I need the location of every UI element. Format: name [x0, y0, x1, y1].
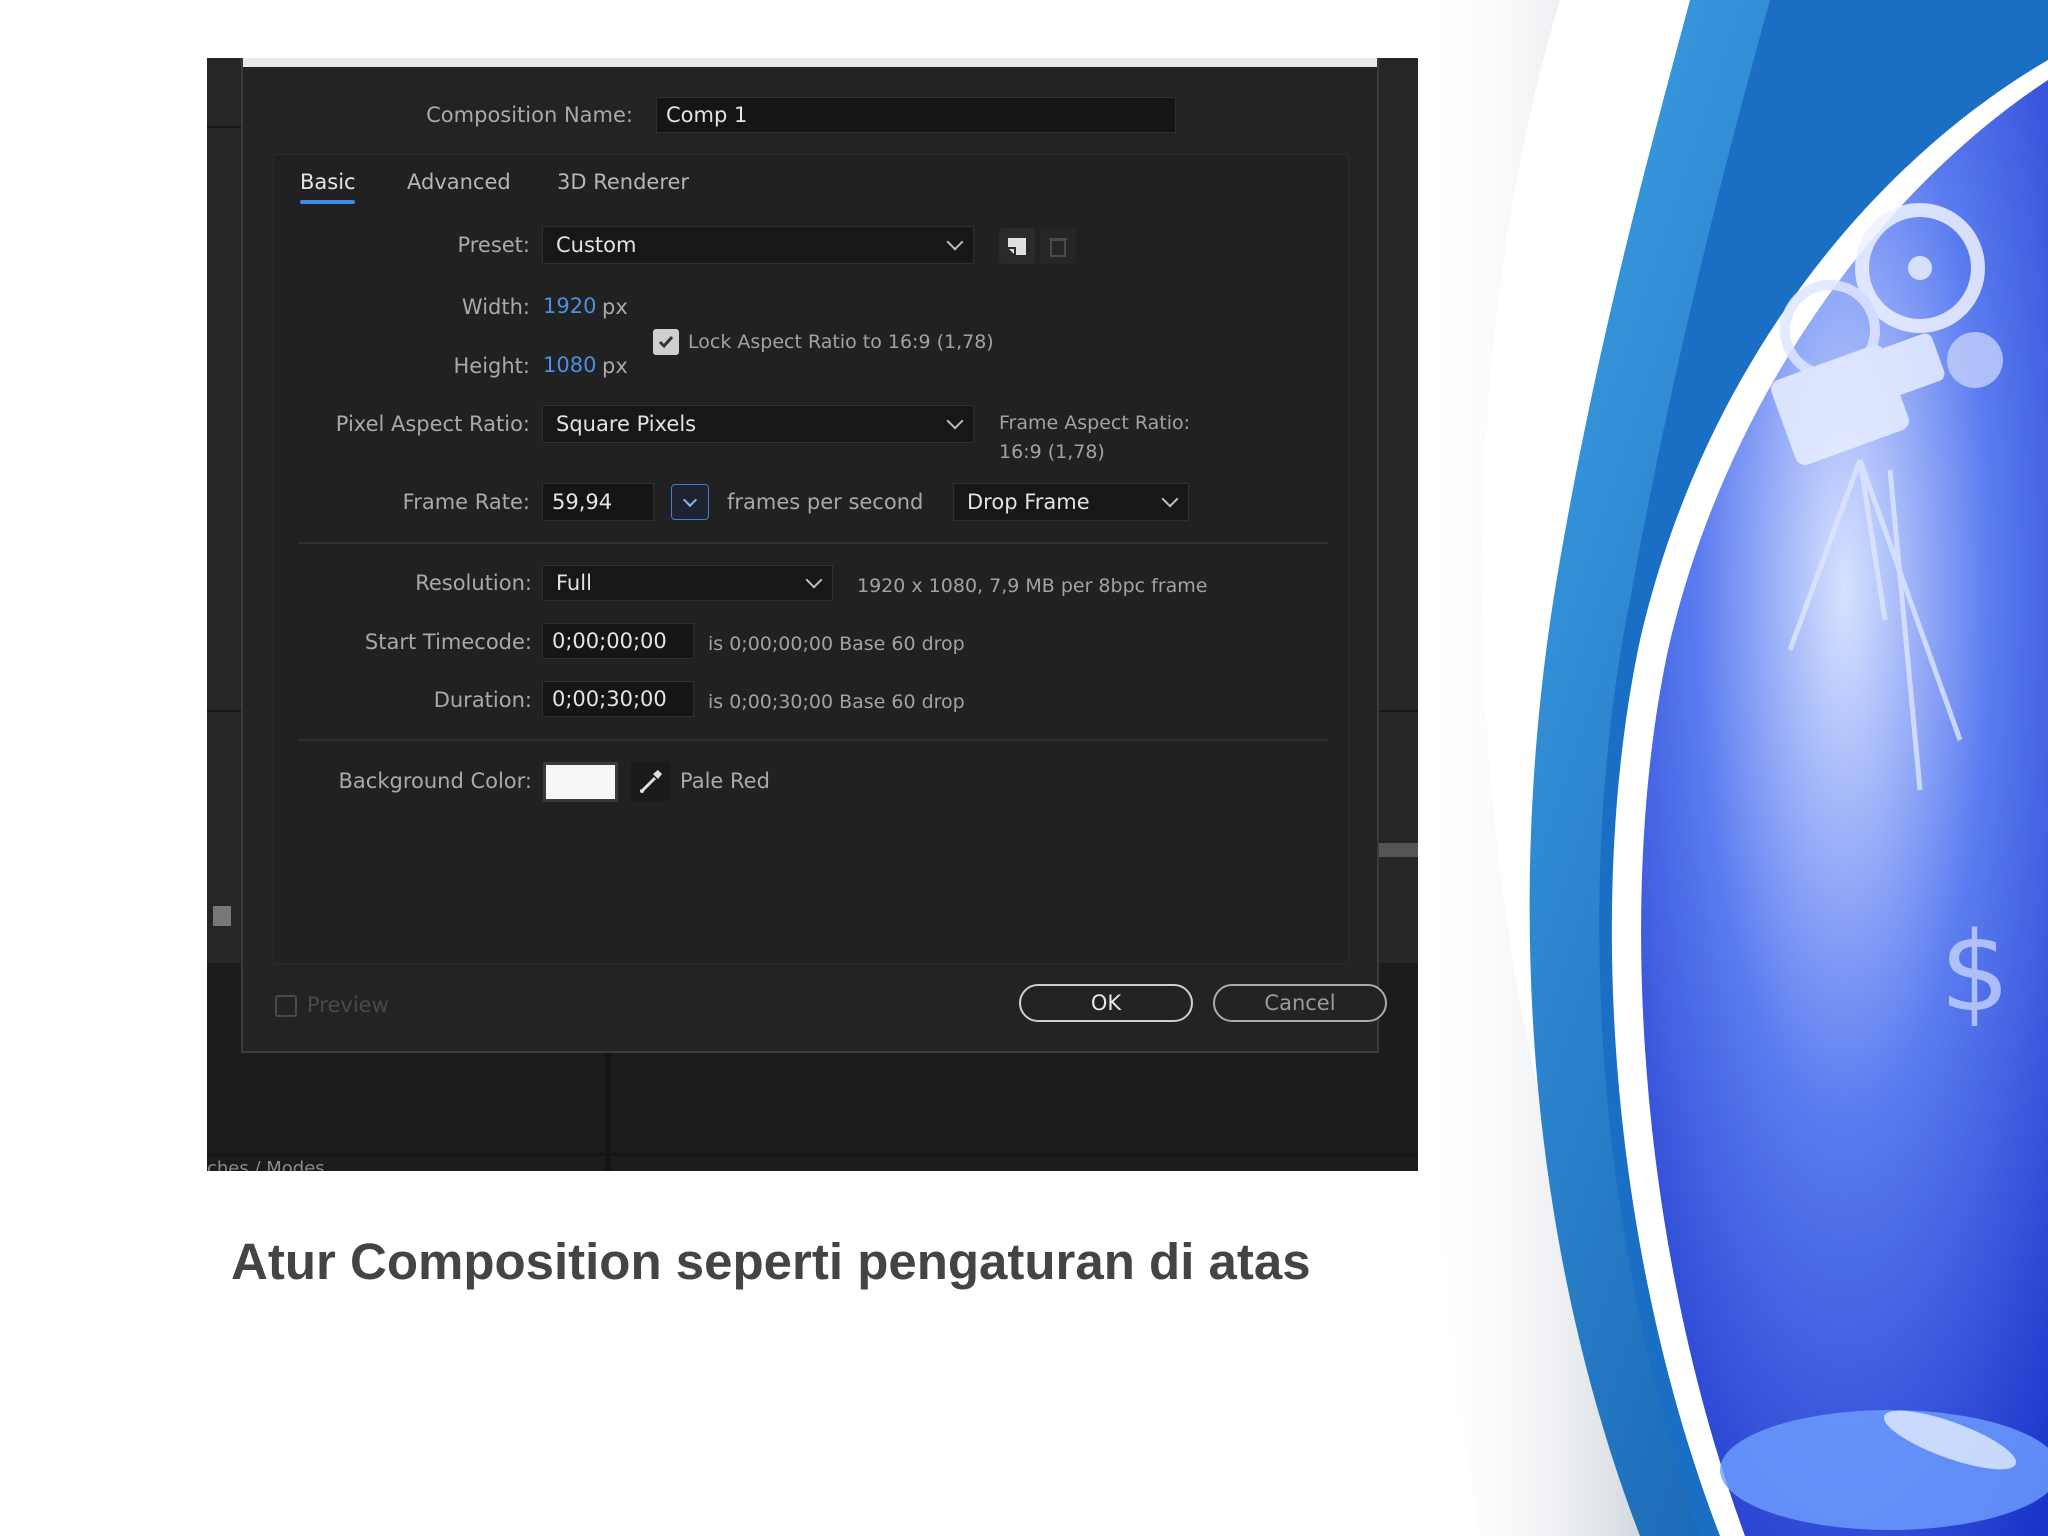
resolution-dropdown[interactable]: Full	[542, 565, 833, 601]
settings-panel	[273, 154, 1349, 964]
drop-frame-value: Drop Frame	[967, 490, 1090, 514]
frame-aspect-label: Frame Aspect Ratio:	[999, 412, 1191, 434]
tab-advanced[interactable]: Advanced	[407, 170, 511, 194]
preset-dropdown[interactable]: Custom	[542, 226, 974, 264]
chevron-down-icon	[1161, 490, 1179, 508]
trash-icon	[1049, 238, 1067, 257]
divider	[298, 542, 1328, 544]
height-label: Height:	[453, 354, 531, 378]
chevron-down-icon	[946, 412, 964, 430]
background-color-swatch[interactable]	[543, 762, 618, 802]
checkmark-icon	[658, 336, 674, 349]
resolution-value: Full	[556, 571, 592, 595]
panel-icon	[213, 906, 231, 926]
delete-preset-button[interactable]	[1040, 228, 1076, 264]
background-panel-label: ches / Modes	[207, 1158, 325, 1171]
pixel-aspect-dropdown[interactable]: Square Pixels	[542, 405, 974, 443]
start-timecode-label: Start Timecode:	[364, 630, 532, 654]
composition-name-label: Composition Name:	[426, 103, 633, 127]
divider	[298, 739, 1328, 741]
after-effects-screenshot: ches / Modes Composition Name: Comp 1 Ba…	[207, 58, 1418, 1171]
save-preset-button[interactable]	[999, 228, 1035, 264]
height-unit: px	[602, 354, 628, 378]
duration-info: is 0;00;30;00 Base 60 drop	[708, 691, 965, 713]
svg-text:$: $	[1940, 908, 2010, 1036]
cancel-button[interactable]: Cancel	[1213, 984, 1387, 1022]
duration-label: Duration:	[433, 688, 532, 712]
preview-label: Preview	[307, 993, 389, 1017]
chevron-down-icon	[682, 492, 698, 508]
composition-settings-dialog: Composition Name: Comp 1 Basic Advanced …	[241, 58, 1387, 1053]
drop-frame-dropdown[interactable]: Drop Frame	[953, 483, 1189, 521]
tab-basic[interactable]: Basic	[300, 170, 356, 194]
pixel-aspect-value: Square Pixels	[556, 412, 697, 436]
preset-value: Custom	[556, 233, 637, 257]
frame-aspect-value: 16:9 (1,78)	[999, 441, 1105, 463]
chevron-down-icon	[805, 571, 823, 589]
background-color-label: Background Color:	[338, 769, 533, 793]
frame-rate-input[interactable]: 59,94	[542, 483, 654, 521]
start-timecode-info: is 0;00;00;00 Base 60 drop	[708, 633, 965, 655]
height-value[interactable]: 1080	[543, 353, 596, 377]
composition-name-input[interactable]: Comp 1	[656, 97, 1176, 133]
start-timecode-input[interactable]: 0;00;00;00	[542, 623, 694, 659]
preset-label: Preset:	[457, 233, 530, 257]
width-label: Width:	[461, 295, 530, 319]
dialog-title-bar	[243, 58, 1377, 67]
frame-rate-label: Frame Rate:	[402, 490, 530, 514]
tab-3d-renderer[interactable]: 3D Renderer	[557, 170, 689, 194]
pixel-aspect-label: Pixel Aspect Ratio:	[335, 412, 530, 436]
chevron-down-icon	[946, 233, 964, 251]
width-value[interactable]: 1920	[543, 294, 596, 318]
eyedropper-icon	[640, 770, 662, 793]
ok-button[interactable]: OK	[1019, 984, 1193, 1022]
frame-rate-unit: frames per second	[727, 490, 924, 514]
active-tab-indicator	[300, 200, 355, 204]
eyedropper-button[interactable]	[631, 761, 671, 801]
resolution-label: Resolution:	[415, 571, 532, 595]
frame-rate-menu-button[interactable]	[671, 484, 709, 520]
lock-aspect-checkbox[interactable]	[653, 329, 679, 355]
lock-aspect-label: Lock Aspect Ratio to 16:9 (1,78)	[688, 331, 994, 353]
save-preset-icon	[1008, 238, 1026, 255]
resolution-info: 1920 x 1080, 7,9 MB per 8bpc frame	[857, 575, 1208, 597]
background-color-name: Pale Red	[680, 769, 770, 793]
duration-input[interactable]: 0;00;30;00	[542, 681, 694, 717]
preview-checkbox[interactable]	[275, 995, 297, 1017]
slide-caption: Atur Composition seperti pengaturan di a…	[231, 1233, 1311, 1290]
width-unit: px	[602, 295, 628, 319]
